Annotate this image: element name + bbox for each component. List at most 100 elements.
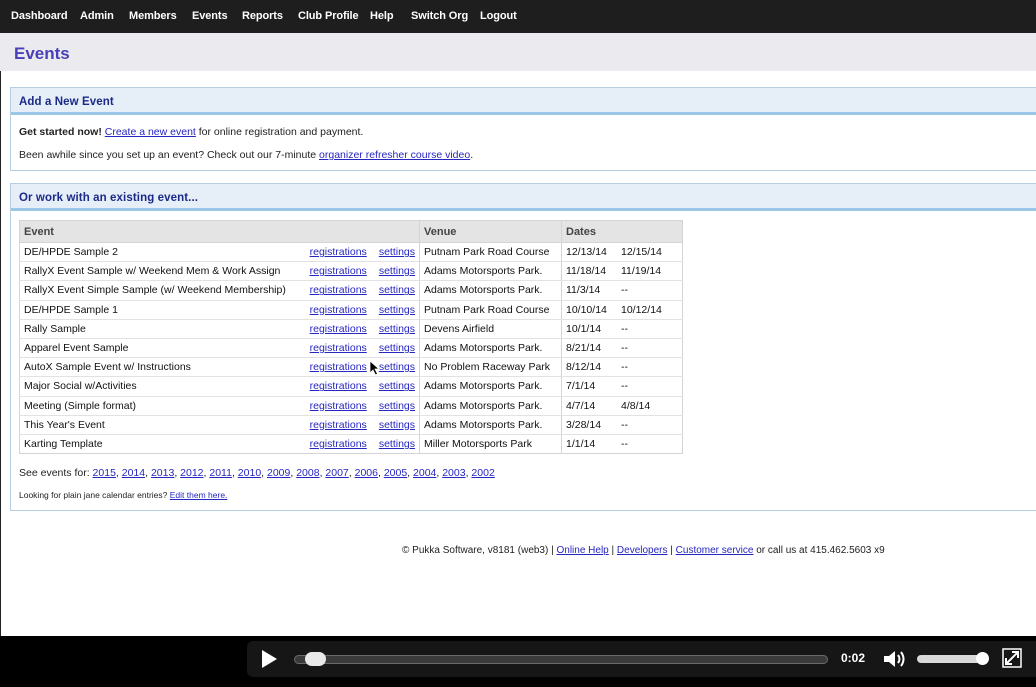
dates-cell: 7/1/14 --: [561, 376, 683, 397]
year-link[interactable]: 2009: [267, 467, 290, 479]
nav-club-profile[interactable]: Club Profile: [298, 10, 359, 22]
footer-prefix: © Pukka Software, v8181 (web3) |: [402, 545, 557, 556]
venue-cell: Devens Airfield: [419, 319, 562, 339]
venue-cell: Adams Motorsports Park.: [419, 415, 562, 435]
volume-icon[interactable]: [882, 648, 906, 670]
see-events-line: See events for: 2015, 2014, 2013, 2012, …: [19, 467, 495, 479]
registrations-link[interactable]: registrations: [310, 361, 367, 373]
nav-events[interactable]: Events: [192, 10, 228, 22]
table-row: DE/HPDE Sample 2 registrations settings Put…: [19, 242, 683, 263]
registrations-link[interactable]: registrations: [310, 265, 367, 277]
end-date: 11/19/14: [621, 265, 662, 278]
nav-reports[interactable]: Reports: [242, 10, 283, 22]
video-progress-track[interactable]: [294, 655, 828, 664]
mouse-cursor-icon: [369, 360, 381, 376]
nav-logout[interactable]: Logout: [480, 10, 517, 22]
refresher-video-link[interactable]: organizer refresher course video: [319, 149, 470, 161]
year-link[interactable]: 2006: [355, 467, 378, 479]
registrations-link[interactable]: registrations: [310, 342, 367, 354]
registrations-link[interactable]: registrations: [310, 304, 367, 316]
year-link[interactable]: 2004: [413, 467, 436, 479]
venue-cell: Adams Motorsports Park.: [419, 338, 562, 359]
settings-link[interactable]: settings: [379, 304, 415, 316]
settings-link[interactable]: settings: [379, 323, 415, 335]
event-name: Meeting (Simple format): [24, 399, 137, 412]
year-link[interactable]: 2007: [325, 467, 348, 479]
dates-cell: 11/3/14 --: [561, 280, 683, 301]
year-link[interactable]: 2011: [209, 467, 232, 479]
col-venue: Venue: [419, 220, 562, 243]
nav-switch-org[interactable]: Switch Org: [411, 10, 468, 22]
event-cell: Meeting (Simple format) registrations sett…: [19, 396, 420, 416]
event-cell: RallyX Event Simple Sample (w/ Weekend M…: [19, 280, 420, 301]
start-date: 10/10/14: [566, 303, 607, 316]
video-progress-handle[interactable]: [304, 652, 326, 666]
volume-handle[interactable]: [975, 652, 989, 665]
year-link[interactable]: 2003: [442, 467, 465, 479]
event-name: RallyX Event Sample w/ Weekend Mem & Wor…: [24, 265, 281, 278]
fullscreen-icon[interactable]: [1002, 648, 1022, 668]
add-event-title: Add a New Event: [19, 96, 114, 108]
add-event-header: Add a New Event: [11, 88, 1036, 115]
event-cell: RallyX Event Sample w/ Weekend Mem & Wor…: [19, 261, 420, 282]
calendar-text: Looking for plain jane calendar entries?: [19, 490, 168, 500]
settings-link[interactable]: settings: [379, 419, 415, 431]
footer-online-help-link[interactable]: Online Help: [556, 545, 608, 556]
events-table-header: Event Venue Dates: [19, 220, 683, 243]
dates-cell: 11/18/14 11/19/14: [561, 261, 683, 282]
venue-cell: Adams Motorsports Park.: [419, 280, 562, 301]
settings-link[interactable]: settings: [379, 361, 415, 373]
play-icon[interactable]: [258, 648, 280, 670]
event-name: Rally Sample: [24, 322, 86, 335]
year-link[interactable]: 2005: [384, 467, 407, 479]
settings-link[interactable]: settings: [379, 342, 415, 354]
dates-cell: 4/7/14 4/8/14: [561, 396, 683, 416]
nav-dashboard[interactable]: Dashboard: [11, 10, 68, 22]
year-link[interactable]: 2015: [93, 467, 116, 479]
see-events-label: See events for:: [19, 467, 90, 479]
col-event: Event: [19, 220, 420, 243]
start-date: 10/1/14: [566, 322, 602, 335]
footer-developers-link[interactable]: Developers: [617, 545, 668, 556]
registrations-link[interactable]: registrations: [310, 419, 367, 431]
year-link[interactable]: 2014: [122, 467, 145, 479]
registrations-link[interactable]: registrations: [310, 323, 367, 335]
footer-customer-service-link[interactable]: Customer service: [676, 545, 754, 556]
settings-link[interactable]: settings: [379, 400, 415, 412]
table-row: Major Social w/Activities registrations se…: [19, 376, 683, 397]
venue-cell: Adams Motorsports Park.: [419, 261, 562, 282]
venue-cell: No Problem Raceway Park: [419, 357, 562, 378]
end-date: --: [621, 437, 628, 450]
settings-link[interactable]: settings: [379, 380, 415, 392]
year-link[interactable]: 2013: [151, 467, 174, 479]
start-date: 7/1/14: [566, 380, 596, 393]
registrations-link[interactable]: registrations: [310, 380, 367, 392]
nav-members[interactable]: Members: [129, 10, 177, 22]
settings-link[interactable]: settings: [379, 284, 415, 296]
nav-help[interactable]: Help: [370, 10, 394, 22]
year-link[interactable]: 2012: [180, 467, 203, 479]
start-date: 3/28/14: [566, 418, 602, 431]
year-link[interactable]: 2008: [296, 467, 319, 479]
edit-calendar-link[interactable]: Edit them here.: [170, 490, 228, 500]
existing-events-panel: Or work with an existing event... Event …: [10, 183, 1036, 511]
end-date: --: [621, 342, 628, 355]
registrations-link[interactable]: registrations: [310, 400, 367, 412]
settings-link[interactable]: settings: [379, 246, 415, 258]
page-title: Events: [14, 44, 70, 63]
year-link[interactable]: 2002: [471, 467, 494, 479]
settings-link[interactable]: settings: [379, 265, 415, 277]
year-link[interactable]: 2010: [238, 467, 261, 479]
create-new-event-link[interactable]: Create a new event: [105, 126, 196, 138]
event-cell: Apparel Event Sample registrations setting…: [19, 338, 420, 359]
event-name: Major Social w/Activities: [24, 380, 137, 393]
registrations-link[interactable]: registrations: [310, 246, 367, 258]
refresher-line: Been awhile since you set up an event? C…: [19, 149, 473, 161]
settings-link[interactable]: settings: [379, 438, 415, 450]
refresher-end: .: [470, 149, 474, 161]
table-row: Apparel Event Sample registrations setting…: [19, 338, 683, 359]
registrations-link[interactable]: registrations: [310, 438, 367, 450]
nav-admin[interactable]: Admin: [80, 10, 114, 22]
venue-cell: Putnam Park Road Course: [419, 300, 562, 320]
registrations-link[interactable]: registrations: [310, 284, 367, 296]
